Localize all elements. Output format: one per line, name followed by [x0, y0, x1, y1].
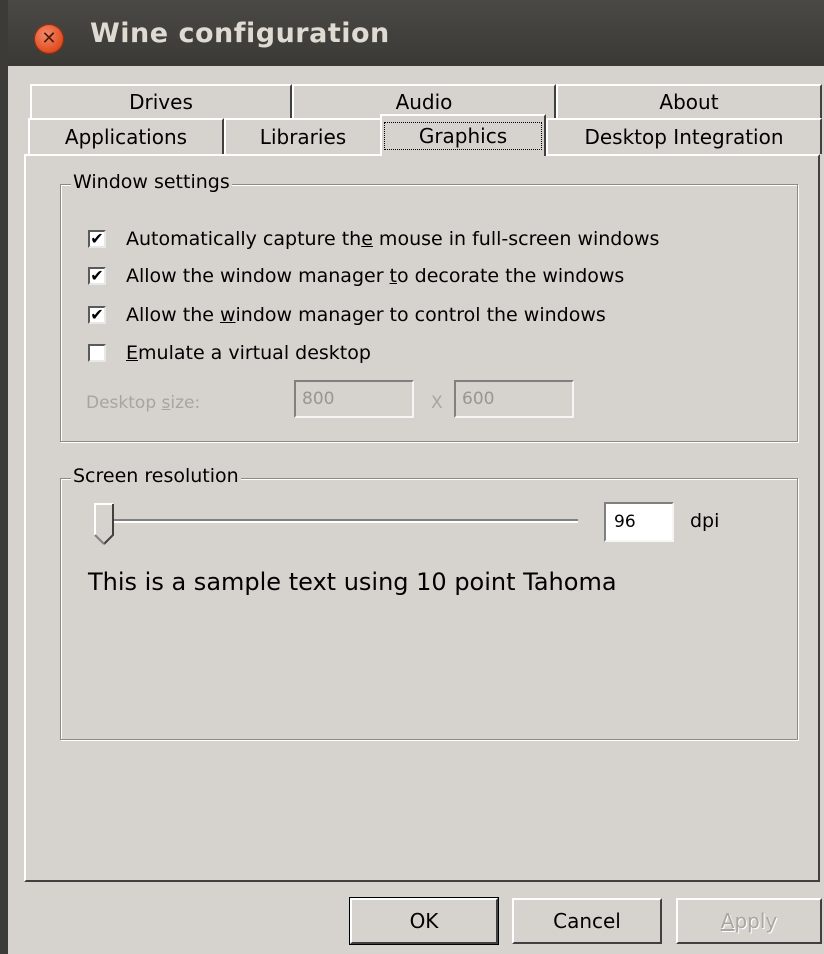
tab-label: About: [659, 90, 719, 114]
dpi-input[interactable]: 96: [604, 502, 674, 542]
title-bar[interactable]: ✕ Wine configuration: [8, 0, 824, 66]
tab-label: Audio: [395, 90, 453, 114]
tab-label: Desktop Integration: [584, 125, 784, 149]
tab-label: Libraries: [259, 125, 347, 149]
button-label: Apply: [720, 909, 778, 933]
dpi-slider-track[interactable]: [100, 519, 578, 523]
tab-label: Applications: [64, 125, 188, 149]
button-label: OK: [409, 909, 439, 933]
tab-label: Drives: [129, 90, 193, 114]
capture-mouse-option[interactable]: ✔ Automatically capture the mouse in ful…: [88, 226, 659, 252]
virtual-desktop-option[interactable]: Emulate a virtual desktop: [88, 340, 371, 366]
tab-label: Graphics: [383, 122, 543, 150]
checkbox[interactable]: ✔: [88, 306, 106, 324]
button-label: Cancel: [553, 909, 621, 933]
wine-config-window: ✕ Wine configuration Drives Audio About …: [8, 0, 824, 954]
option-label: Emulate a virtual desktop: [126, 342, 371, 364]
field-value: 800: [302, 389, 335, 409]
tab-libraries[interactable]: Libraries: [224, 118, 382, 154]
close-icon[interactable]: ✕: [34, 24, 64, 54]
tab-audio[interactable]: Audio: [292, 84, 556, 118]
checkbox[interactable]: [88, 344, 106, 362]
checkbox[interactable]: ✔: [88, 230, 106, 248]
field-value: 96: [614, 512, 636, 532]
field-value: 600: [462, 389, 495, 409]
screen-resolution-group: Screen resolution: [60, 465, 798, 740]
tab-applications[interactable]: Applications: [28, 118, 224, 154]
control-windows-option[interactable]: ✔ Allow the window manager to control th…: [88, 302, 606, 328]
ok-button[interactable]: OK: [350, 898, 498, 944]
desktop-width-field[interactable]: 800: [294, 380, 414, 418]
group-legend: Screen resolution: [71, 465, 241, 487]
tab-desktop-integration[interactable]: Desktop Integration: [546, 118, 822, 154]
window-title: Wine configuration: [90, 18, 390, 49]
group-legend: Window settings: [71, 171, 232, 193]
dpi-slider-thumb[interactable]: [94, 503, 114, 545]
tab-drives[interactable]: Drives: [30, 84, 292, 118]
option-label: Allow the window manager to decorate the…: [126, 265, 625, 287]
option-label: Allow the window manager to control the …: [126, 304, 606, 326]
apply-button[interactable]: Apply: [676, 898, 822, 944]
cancel-button[interactable]: Cancel: [512, 898, 662, 944]
size-separator: X: [431, 393, 443, 413]
checkbox[interactable]: ✔: [88, 267, 106, 285]
desktop-height-field[interactable]: 600: [454, 380, 574, 418]
desktop-size-label: Desktop size:: [86, 393, 201, 413]
dpi-unit-label: dpi: [690, 510, 720, 532]
tab-about[interactable]: About: [556, 84, 822, 118]
sample-text: This is a sample text using 10 point Tah…: [88, 568, 617, 596]
tab-graphics[interactable]: Graphics: [380, 114, 546, 156]
decorate-windows-option[interactable]: ✔ Allow the window manager to decorate t…: [88, 263, 624, 289]
option-label: Automatically capture the mouse in full-…: [126, 228, 660, 250]
